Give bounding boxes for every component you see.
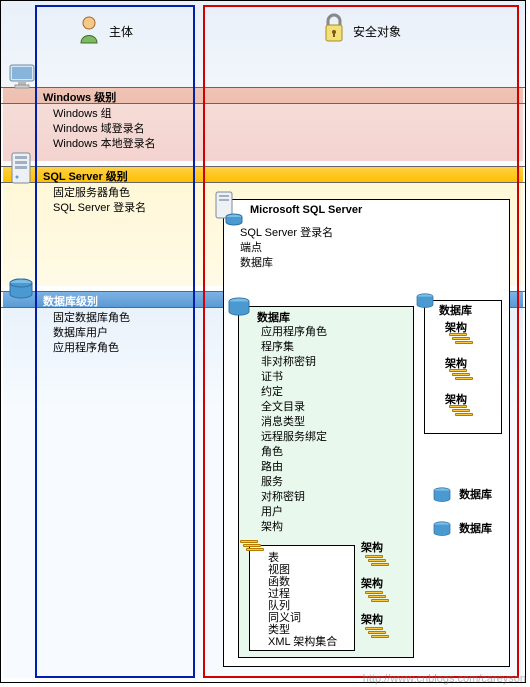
list-item: 函数 — [268, 576, 337, 588]
list-item: SQL Server 登录名 — [53, 201, 146, 216]
schema-tables-icon — [365, 627, 389, 639]
list-item: 端点 — [240, 241, 333, 256]
list-item: 数据库 — [240, 256, 333, 271]
sqlserver-box-list: SQL Server 登录名 端点 数据库 — [240, 226, 333, 271]
list-item: XML 架构集合 — [268, 636, 337, 648]
list-item: 角色 — [261, 445, 327, 460]
database-extra-label: 数据库 — [459, 489, 492, 501]
list-item: Windows 组 — [53, 107, 156, 122]
list-item: 路由 — [261, 460, 327, 475]
list-item: 应用程序角色 — [53, 341, 130, 356]
database-level-list: 固定数据库角色 数据库用户 应用程序角色 — [53, 311, 130, 356]
schema-side-label: 架构 — [361, 611, 383, 627]
schema-box-list: 表 视图 函数 过程 队列 同义词 类型 XML 架构集合 — [268, 552, 337, 648]
principals-title: 主体 — [109, 23, 133, 40]
list-item: 约定 — [261, 385, 327, 400]
windows-level-list: Windows 组 Windows 域登录名 Windows 本地登录名 — [53, 107, 156, 152]
list-item: Windows 本地登录名 — [53, 137, 156, 152]
list-item: 类型 — [268, 624, 337, 636]
list-item: 程序集 — [261, 340, 327, 355]
list-item: 对称密钥 — [261, 490, 327, 505]
list-item: 固定数据库角色 — [53, 311, 130, 326]
database-securable-box: 数据库 应用程序角色 程序集 非对称密钥 证书 约定 全文目录 消息类型 远程服… — [238, 306, 414, 658]
database-disk-icon — [432, 521, 452, 537]
list-item: 服务 — [261, 475, 327, 490]
list-item: 表 — [268, 552, 337, 564]
schema-tables-icon — [365, 591, 389, 603]
list-item: 架构 — [261, 520, 327, 535]
sqlserver-level-list: 固定服务器角色 SQL Server 登录名 — [53, 186, 146, 216]
schema-tables-icon — [449, 369, 473, 381]
database-box-title: 数据库 — [257, 309, 290, 325]
monitor-icon — [8, 63, 36, 91]
list-item: 视图 — [268, 564, 337, 576]
list-item: 过程 — [268, 588, 337, 600]
sqlserver-securable-box: Microsoft SQL Server SQL Server 登录名 端点 数… — [223, 199, 510, 667]
list-item: 证书 — [261, 370, 327, 385]
schema-side-label: 架构 — [361, 539, 383, 555]
database-side-box: 数据库 架构 架构 架构 — [424, 300, 502, 434]
list-item: 非对称密钥 — [261, 355, 327, 370]
list-item: 队列 — [268, 600, 337, 612]
database-extra-label: 数据库 — [459, 523, 492, 535]
list-item: 远程服务绑定 — [261, 430, 327, 445]
list-item: 应用程序角色 — [261, 325, 327, 340]
list-item: Windows 域登录名 — [53, 122, 156, 137]
database-disk-icon — [8, 278, 34, 300]
list-item: 固定服务器角色 — [53, 186, 146, 201]
server-small-icon — [212, 190, 244, 226]
user-icon — [77, 15, 105, 45]
schema-securable-box: 表 视图 函数 过程 队列 同义词 类型 XML 架构集合 — [249, 545, 355, 651]
lock-icon — [321, 13, 347, 45]
database-level-title: 数据库级别 — [43, 293, 98, 309]
list-item: 消息类型 — [261, 415, 327, 430]
schema-side-label: 架构 — [361, 575, 383, 591]
schema-tables-icon — [449, 333, 473, 345]
list-item: 用户 — [261, 505, 327, 520]
watermark: http://www.cnblogs.com/careyson — [363, 673, 526, 685]
database-extra: 数据库 — [432, 520, 492, 537]
list-item: 全文目录 — [261, 400, 327, 415]
database-disk-icon — [432, 487, 452, 503]
list-item: SQL Server 登录名 — [240, 226, 333, 241]
windows-level-title: Windows 级别 — [43, 89, 116, 105]
database-disk-icon — [415, 293, 435, 309]
list-item: 同义词 — [268, 612, 337, 624]
securables-title: 安全对象 — [353, 23, 401, 40]
database-box-list: 应用程序角色 程序集 非对称密钥 证书 约定 全文目录 消息类型 远程服务绑定 … — [261, 325, 327, 535]
diagram-canvas: 主体 安全对象 Windows 级别 Windows 组 Windows 域登录… — [0, 0, 526, 683]
database-side-title: 数据库 — [439, 302, 472, 318]
server-icon — [8, 151, 34, 187]
schema-tables-icon — [449, 405, 473, 417]
list-item: 数据库用户 — [53, 326, 130, 341]
sqlserver-level-title: SQL Server 级别 — [43, 168, 128, 184]
schema-tables-icon — [240, 540, 264, 552]
database-disk-icon — [227, 297, 251, 317]
sqlserver-box-title: Microsoft SQL Server — [250, 204, 362, 216]
schema-tables-icon — [365, 555, 389, 567]
database-extra: 数据库 — [432, 486, 492, 503]
